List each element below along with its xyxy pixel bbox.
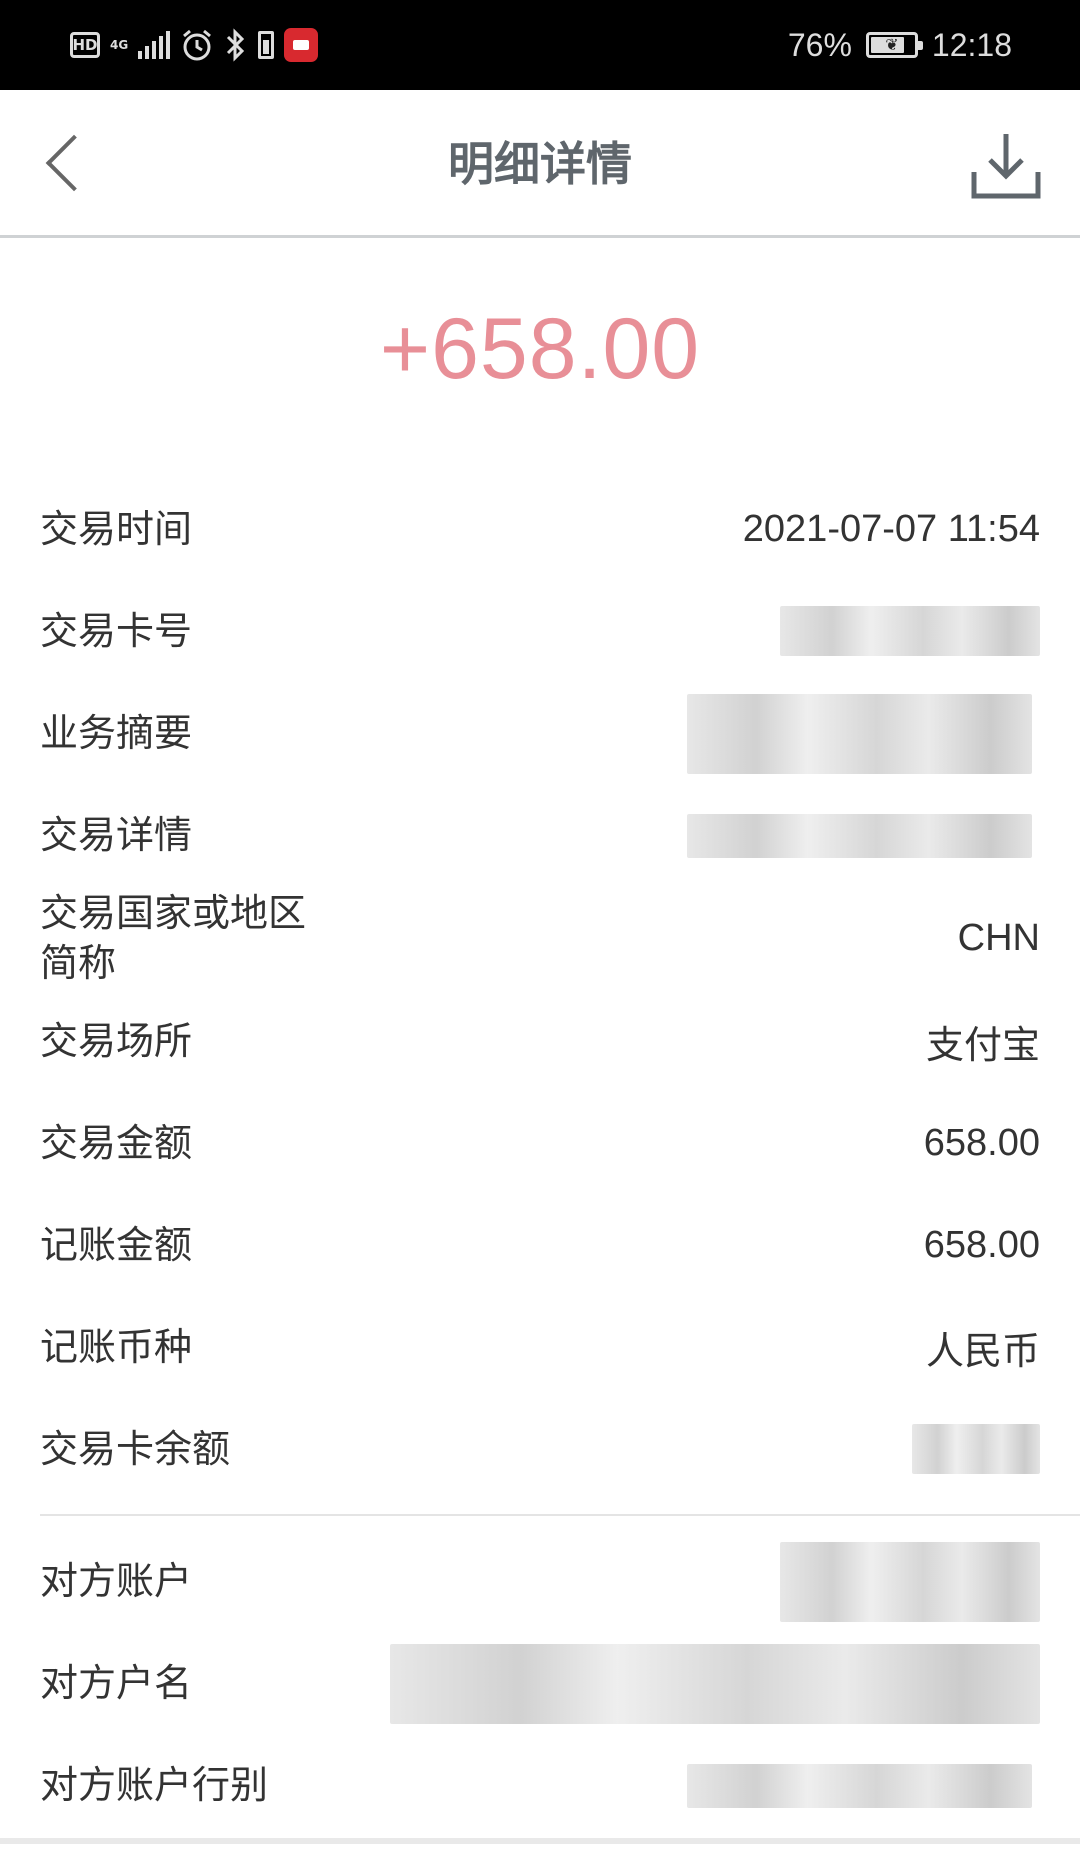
- detail-label: 交易国家或地区 简称: [40, 891, 307, 985]
- detail-label: 交易卡余额: [40, 1427, 231, 1471]
- redacted-value: [912, 1424, 1040, 1474]
- detail-row-currency: 记账币种 人民币: [0, 1296, 1080, 1398]
- detail-value: 支付宝: [925, 1022, 1040, 1067]
- clock: 12:18: [931, 26, 1012, 63]
- status-bar: HD 4G 76% ❦ 12:18: [0, 0, 1080, 90]
- detail-row-merchant: 交易场所 支付宝: [0, 990, 1080, 1092]
- detail-label: 业务摘要: [40, 711, 193, 755]
- top-nav-bar: 明细详情: [0, 90, 1080, 238]
- detail-label: 交易卡号: [40, 609, 193, 653]
- network-type: 4G: [110, 39, 128, 51]
- detail-row-counterparty-name: 对方户名: [0, 1632, 1080, 1734]
- download-icon[interactable]: [968, 128, 1044, 204]
- page-title: 明细详情: [448, 137, 632, 191]
- detail-row-card-number: 交易卡号: [0, 580, 1080, 682]
- redacted-value: [390, 1644, 1040, 1724]
- detail-value: 658.00: [923, 1223, 1040, 1266]
- bottom-divider: [0, 1838, 1080, 1844]
- detail-value: 658.00: [923, 1121, 1040, 1164]
- detail-label: 对方账户行别: [40, 1763, 269, 1807]
- bluetooth-icon: [227, 28, 245, 62]
- network-type-label: 4G: [110, 38, 129, 52]
- detail-row-posted-amount: 记账金额 658.00: [0, 1194, 1080, 1296]
- hd-icon: HD: [70, 32, 100, 58]
- battery-icon: [258, 31, 275, 59]
- screen-record-icon: [284, 28, 319, 62]
- detail-value: 2021-07-07 11:54: [742, 507, 1040, 550]
- detail-row-summary: 业务摘要: [0, 682, 1080, 784]
- detail-value: CHN: [957, 916, 1040, 959]
- detail-row-details: 交易详情: [0, 784, 1080, 886]
- battery-percent: 76%: [787, 26, 852, 63]
- transaction-amount: +658.00: [379, 301, 701, 397]
- detail-row-counterparty-account: 对方账户: [0, 1530, 1080, 1632]
- battery-saver-icon: ❦: [865, 32, 923, 58]
- redacted-value: [687, 1764, 1032, 1808]
- detail-label: 交易场所: [40, 1019, 193, 1063]
- detail-row-counterparty-bank: 对方账户行别: [0, 1734, 1080, 1836]
- redacted-value: [687, 814, 1032, 858]
- detail-label: 对方账户: [40, 1559, 193, 1603]
- section-divider: [40, 1514, 1080, 1516]
- alarm-icon: [183, 29, 212, 61]
- detail-list: 交易时间 2021-07-07 11:54 交易卡号 业务摘要 交易详情 交易国…: [0, 478, 1080, 1500]
- redacted-value: [780, 606, 1040, 656]
- hd-label: HD: [72, 36, 98, 54]
- detail-label: 记账金额: [40, 1223, 193, 1267]
- detail-row-card-balance: 交易卡余额: [0, 1398, 1080, 1500]
- detail-label: 交易详情: [40, 813, 193, 857]
- detail-row-time: 交易时间 2021-07-07 11:54: [0, 478, 1080, 580]
- status-icons-left: HD 4G: [70, 24, 319, 66]
- detail-row-country: 交易国家或地区 简称 CHN: [0, 886, 1080, 990]
- detail-row-trade-amount: 交易金额 658.00: [0, 1092, 1080, 1194]
- redacted-value: [780, 1542, 1040, 1622]
- detail-label: 交易时间: [40, 507, 193, 551]
- status-icons-right: 76% ❦ 12:18: [788, 24, 1012, 66]
- counterparty-list: 对方账户 对方户名 对方账户行别: [0, 1530, 1080, 1836]
- detail-label: 记账币种: [40, 1325, 193, 1369]
- detail-label: 交易金额: [40, 1121, 193, 1165]
- redacted-value: [687, 694, 1032, 774]
- signal-icon: [138, 31, 171, 59]
- detail-value: 人民币: [925, 1328, 1040, 1373]
- detail-label: 对方户名: [40, 1661, 193, 1705]
